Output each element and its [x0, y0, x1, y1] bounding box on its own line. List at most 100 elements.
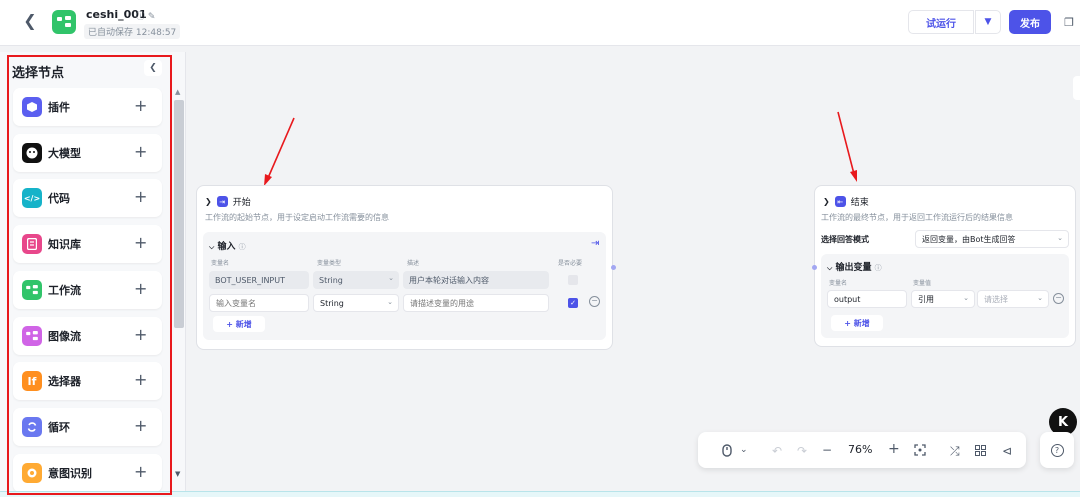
sidebar-item-label: 循环 — [48, 421, 70, 434]
sidebar-item-intent[interactable]: 意图识别 + — [13, 454, 162, 492]
redo-icon[interactable]: ↷ — [797, 443, 807, 459]
autosave-status: 已自动保存 12:48:57 — [84, 24, 181, 39]
add-imageflow-icon[interactable]: + — [134, 325, 147, 345]
output-name-field[interactable]: output — [827, 290, 907, 308]
sidebar-item-imageflow[interactable]: 图像流 + — [13, 317, 162, 355]
column-header-name: 变量名 — [211, 260, 230, 267]
workflow-app-icon — [52, 10, 76, 34]
sidebar-item-selector[interactable]: If 选择器 + — [13, 362, 162, 400]
column-header-value: 变量值 — [913, 280, 932, 287]
fit-view-icon[interactable] — [914, 444, 926, 460]
caret-down-icon: ▼ — [984, 17, 992, 27]
var-type-select[interactable]: String ⌄ — [313, 294, 399, 312]
back-icon[interactable]: ❮ — [20, 11, 40, 31]
info-icon[interactable]: ⓘ — [136, 12, 145, 22]
run-dropdown-button[interactable]: ▼ — [975, 10, 1001, 34]
scroll-up-icon[interactable]: ▲ — [175, 88, 180, 96]
sidebar-scrollbar[interactable] — [174, 100, 184, 328]
var-type-select: String ⌄ — [313, 271, 399, 289]
add-workflow-icon[interactable]: + — [134, 279, 147, 299]
code-icon: </> — [22, 188, 42, 208]
add-selector-icon[interactable]: + — [134, 370, 147, 390]
variable-select[interactable]: 请选择 ⌄ — [977, 290, 1049, 308]
collapse-panel-icon[interactable]: ⊲ — [1002, 443, 1012, 459]
sidebar-item-plugin[interactable]: 插件 + — [13, 88, 162, 126]
add-loop-icon[interactable]: + — [134, 416, 147, 436]
collapse-chevron-icon[interactable]: ❯ — [205, 197, 212, 206]
loop-icon — [22, 417, 42, 437]
zoom-level[interactable]: 76% — [848, 443, 872, 456]
sidebar-item-label: 意图识别 — [48, 467, 92, 480]
answer-mode-label: 选择回答模式 — [821, 235, 869, 244]
sidebar-item-loop[interactable]: 循环 + — [13, 408, 162, 446]
sidebar-item-label: 代码 — [48, 192, 70, 205]
add-plugin-icon[interactable]: + — [134, 96, 147, 116]
zoom-in-icon[interactable]: + — [888, 441, 900, 457]
knowledge-icon — [22, 234, 42, 254]
var-name-input[interactable] — [209, 294, 309, 312]
end-node-card[interactable]: ❯ ⇤ 结束 工作流的最终节点，用于返回工作流运行后的结果信息 选择回答模式 返… — [814, 185, 1076, 347]
workflow-icon — [22, 280, 42, 300]
collapse-chevron-icon[interactable]: ❯ — [823, 197, 830, 206]
scroll-down-icon[interactable]: ▼ — [175, 470, 180, 478]
start-node-card[interactable]: ❯ ⇥ 开始 工作流的起始节点，用于设定启动工作流需要的信息 ⌵ 输入 ⓘ ⇥ … — [196, 185, 613, 350]
required-checkbox[interactable]: ✓ — [568, 298, 578, 308]
add-intent-icon[interactable]: + — [134, 462, 147, 482]
intent-icon — [22, 463, 42, 483]
var-name-field: BOT_USER_INPUT — [209, 271, 309, 289]
end-node-icon: ⇤ — [834, 196, 846, 207]
value-source-select[interactable]: 引用 ⌄ — [911, 290, 975, 308]
column-header-desc: 描述 — [407, 260, 420, 267]
chevron-down-icon: ⌄ — [1037, 294, 1043, 302]
sidebar-item-llm[interactable]: 大模型 + — [13, 134, 162, 172]
chevron-down-icon[interactable]: ⌄ — [740, 442, 748, 458]
zoom-out-icon[interactable]: − — [822, 442, 832, 458]
column-header-name: 变量名 — [829, 280, 848, 287]
edit-icon[interactable]: ✎ — [148, 12, 156, 22]
end-node-title: 结束 — [850, 198, 869, 208]
chevron-down-icon: ⌄ — [963, 294, 969, 302]
right-panel-tab[interactable] — [1073, 76, 1080, 100]
help-icon: ? — [1050, 443, 1064, 457]
start-output-port[interactable] — [611, 265, 616, 270]
var-desc-input[interactable] — [403, 294, 549, 312]
collapse-chevron-icon[interactable]: ⌵ — [827, 264, 832, 272]
llm-icon — [22, 143, 42, 163]
grid-layout-icon[interactable] — [975, 444, 986, 460]
undo-icon[interactable]: ↶ — [772, 443, 782, 459]
copy-icon[interactable]: ❐ — [1060, 12, 1078, 32]
add-knowledge-icon[interactable]: + — [134, 233, 147, 253]
remove-row-icon[interactable]: − — [589, 296, 600, 307]
chevron-down-icon: ⌄ — [388, 274, 394, 282]
sidebar-item-workflow[interactable]: 工作流 + — [13, 271, 162, 309]
add-input-button[interactable]: + 新增 — [213, 316, 265, 332]
column-header-required: 是否必要 — [558, 260, 583, 267]
sidebar-item-label: 知识库 — [48, 238, 81, 251]
collapse-sidebar-icon[interactable]: ❮ — [144, 60, 162, 76]
add-output-button[interactable]: + 新增 — [831, 315, 883, 331]
chevron-down-icon: ⌄ — [387, 298, 393, 306]
sidebar-title: 选择节点 — [12, 66, 65, 81]
pointer-mode-icon[interactable] — [722, 444, 732, 461]
required-checkbox-disabled — [568, 275, 578, 285]
sidebar-item-label: 图像流 — [48, 330, 81, 343]
publish-button[interactable]: 发布 — [1009, 10, 1051, 34]
collapse-chevron-icon[interactable]: ⌵ — [209, 243, 214, 251]
input-section-title: 输入 — [217, 242, 236, 252]
sidebar-item-code[interactable]: </> 代码 + — [13, 179, 162, 217]
answer-mode-select[interactable]: 返回变量，由Bot生成回答 ⌄ — [915, 230, 1069, 248]
sidebar-item-knowledge[interactable]: 知识库 + — [13, 225, 162, 263]
add-llm-icon[interactable]: + — [134, 142, 147, 162]
remove-row-icon[interactable]: − — [1053, 293, 1064, 304]
selector-icon: If — [22, 371, 42, 391]
plugin-icon — [22, 97, 42, 117]
sidebar-item-label: 大模型 — [48, 147, 81, 160]
add-input-icon[interactable]: ⇥ — [591, 238, 599, 249]
add-code-icon[interactable]: + — [134, 187, 147, 207]
test-run-button[interactable]: 试运行 — [908, 10, 974, 34]
end-input-port[interactable] — [812, 265, 817, 270]
minimap-icon[interactable]: ⤮ — [950, 443, 960, 459]
column-header-type: 变量类型 — [317, 260, 342, 267]
start-node-description: 工作流的起始节点，用于设定启动工作流需要的信息 — [205, 213, 389, 222]
help-button[interactable]: ? — [1040, 432, 1074, 468]
